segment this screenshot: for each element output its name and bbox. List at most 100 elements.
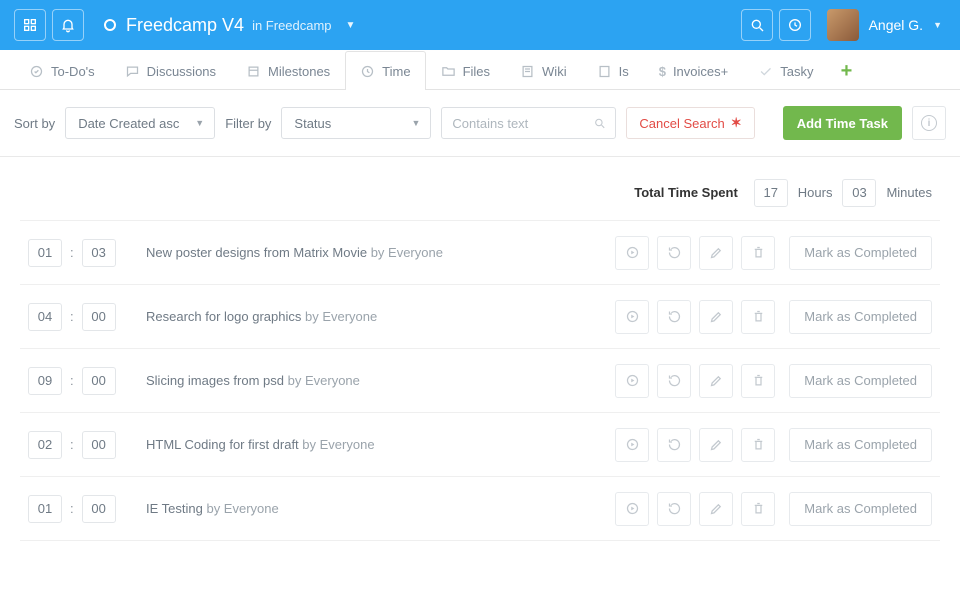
notifications-button[interactable] bbox=[52, 9, 84, 41]
edit-button[interactable] bbox=[699, 364, 733, 398]
search-icon bbox=[593, 116, 606, 130]
reset-button[interactable] bbox=[657, 428, 691, 462]
search-field[interactable] bbox=[441, 107, 616, 139]
tab-add[interactable]: + bbox=[828, 51, 864, 90]
play-button[interactable] bbox=[615, 428, 649, 462]
tab-label: Files bbox=[463, 64, 490, 79]
row-hours[interactable]: 01 bbox=[28, 239, 62, 267]
minutes-unit: Minutes bbox=[886, 185, 932, 200]
apps-grid-button[interactable] bbox=[14, 9, 46, 41]
edit-button[interactable] bbox=[699, 236, 733, 270]
avatar[interactable] bbox=[827, 9, 859, 41]
filter-select[interactable]: Status ▼ bbox=[281, 107, 431, 139]
delete-button[interactable] bbox=[741, 428, 775, 462]
user-name[interactable]: Angel G. bbox=[869, 17, 923, 33]
colon: : bbox=[70, 309, 74, 324]
tab-files[interactable]: Files bbox=[426, 51, 505, 90]
cancel-search-button[interactable]: Cancel Search ✶ bbox=[626, 107, 754, 139]
row-minutes[interactable]: 03 bbox=[82, 239, 116, 267]
project-dot-icon bbox=[104, 19, 116, 31]
tab-label: Invoices+ bbox=[673, 64, 728, 79]
delete-button[interactable] bbox=[741, 492, 775, 526]
row-minutes[interactable]: 00 bbox=[82, 431, 116, 459]
tab-label: Time bbox=[382, 64, 410, 79]
edit-button[interactable] bbox=[699, 492, 733, 526]
filter-bar: Sort by Date Created asc ▼ Filter by Sta… bbox=[0, 90, 960, 157]
colon: : bbox=[70, 373, 74, 388]
info-icon: i bbox=[921, 115, 937, 131]
filter-value: Status bbox=[294, 116, 331, 131]
chevron-down-icon: ▼ bbox=[412, 118, 421, 128]
reset-button[interactable] bbox=[657, 364, 691, 398]
delete-button[interactable] bbox=[741, 236, 775, 270]
tab-wiki[interactable]: Wiki bbox=[505, 51, 582, 90]
row-title: Slicing images from psd by Everyone bbox=[128, 373, 615, 388]
tabs: To-Do's Discussions Milestones Time File… bbox=[0, 50, 960, 90]
sort-by-label: Sort by bbox=[14, 116, 55, 131]
time-list: Total Time Spent 17 Hours 03 Minutes 01 … bbox=[0, 165, 960, 541]
tab-invoices[interactable]: $ Invoices+ bbox=[644, 51, 744, 90]
row-minutes[interactable]: 00 bbox=[82, 367, 116, 395]
tab-time[interactable]: Time bbox=[345, 51, 425, 90]
colon: : bbox=[70, 245, 74, 260]
total-minutes: 03 bbox=[842, 179, 876, 207]
play-button[interactable] bbox=[615, 236, 649, 270]
row-hours[interactable]: 04 bbox=[28, 303, 62, 331]
chevron-down-icon: ▼ bbox=[346, 20, 356, 31]
mark-completed-button[interactable]: Mark as Completed bbox=[789, 300, 932, 334]
chevron-down-icon: ▼ bbox=[195, 118, 204, 128]
mark-completed-button[interactable]: Mark as Completed bbox=[789, 428, 932, 462]
reset-button[interactable] bbox=[657, 492, 691, 526]
row-title: New poster designs from Matrix Movie by … bbox=[128, 245, 615, 260]
table-row: 09 : 00 Slicing images from psd by Every… bbox=[20, 349, 940, 413]
mark-completed-button[interactable]: Mark as Completed bbox=[789, 236, 932, 270]
row-hours[interactable]: 02 bbox=[28, 431, 62, 459]
play-button[interactable] bbox=[615, 492, 649, 526]
play-button[interactable] bbox=[615, 300, 649, 334]
tab-discussions[interactable]: Discussions bbox=[110, 51, 231, 90]
tab-label: Discussions bbox=[147, 64, 216, 79]
total-label: Total Time Spent bbox=[634, 185, 738, 200]
colon: : bbox=[70, 501, 74, 516]
user-chevron-down-icon[interactable]: ▼ bbox=[933, 20, 942, 30]
reset-button[interactable] bbox=[657, 236, 691, 270]
search-button[interactable] bbox=[741, 9, 773, 41]
project-name: Freedcamp V4 bbox=[126, 15, 244, 36]
tab-label: Milestones bbox=[268, 64, 330, 79]
edit-button[interactable] bbox=[699, 300, 733, 334]
plus-icon: + bbox=[841, 60, 853, 83]
table-row: 02 : 00 HTML Coding for first draft by E… bbox=[20, 413, 940, 477]
edit-button[interactable] bbox=[699, 428, 733, 462]
tab-label: Tasky bbox=[780, 64, 813, 79]
tab-label: To-Do's bbox=[51, 64, 95, 79]
dollar-icon: $ bbox=[659, 64, 666, 79]
play-button[interactable] bbox=[615, 364, 649, 398]
mark-completed-button[interactable]: Mark as Completed bbox=[789, 492, 932, 526]
project-switcher[interactable]: Freedcamp V4 in Freedcamp ▼ bbox=[104, 15, 355, 36]
tab-todos[interactable]: To-Do's bbox=[14, 51, 110, 90]
table-row: 01 : 03 New poster designs from Matrix M… bbox=[20, 221, 940, 285]
info-button[interactable]: i bbox=[912, 106, 946, 140]
row-hours[interactable]: 09 bbox=[28, 367, 62, 395]
row-title: IE Testing by Everyone bbox=[128, 501, 615, 516]
tab-milestones[interactable]: Milestones bbox=[231, 51, 345, 90]
row-minutes[interactable]: 00 bbox=[82, 495, 116, 523]
search-input[interactable] bbox=[452, 116, 592, 131]
mark-completed-button[interactable]: Mark as Completed bbox=[789, 364, 932, 398]
reset-button[interactable] bbox=[657, 300, 691, 334]
add-time-task-button[interactable]: Add Time Task bbox=[783, 106, 902, 140]
sort-select[interactable]: Date Created asc ▼ bbox=[65, 107, 215, 139]
row-hours[interactable]: 01 bbox=[28, 495, 62, 523]
delete-button[interactable] bbox=[741, 300, 775, 334]
colon: : bbox=[70, 437, 74, 452]
tab-is[interactable]: Is bbox=[582, 51, 644, 90]
table-row: 01 : 00 IE Testing by Everyone Mark as C… bbox=[20, 477, 940, 541]
tab-tasky[interactable]: Tasky bbox=[743, 51, 828, 90]
delete-button[interactable] bbox=[741, 364, 775, 398]
row-title: Research for logo graphics by Everyone bbox=[128, 309, 615, 324]
tab-label: Is bbox=[619, 64, 629, 79]
history-button[interactable] bbox=[779, 9, 811, 41]
sort-value: Date Created asc bbox=[78, 116, 179, 131]
total-row: Total Time Spent 17 Hours 03 Minutes bbox=[20, 165, 940, 221]
row-minutes[interactable]: 00 bbox=[82, 303, 116, 331]
